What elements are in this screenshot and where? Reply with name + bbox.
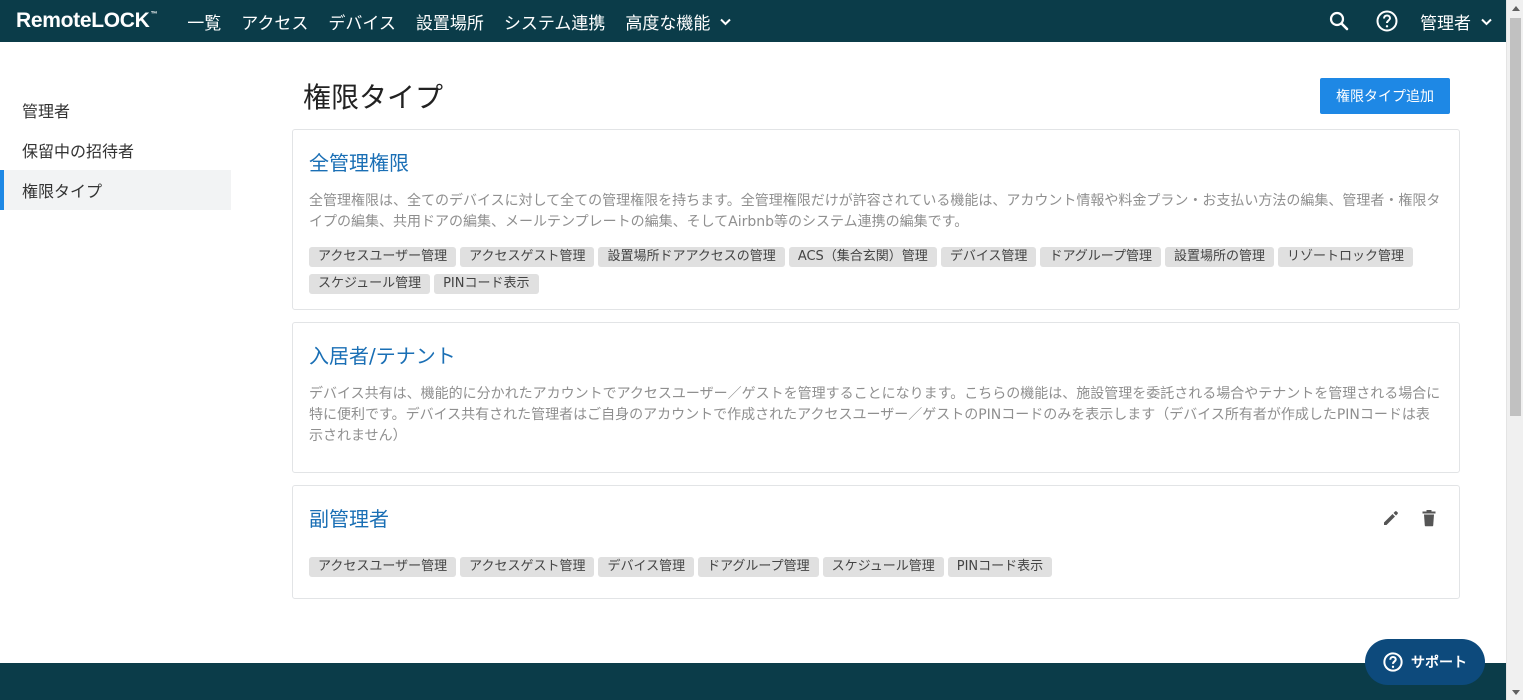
permission-type-card: 副管理者 アクセスユーザー管理 アクセスゲスト管理 デバイス管理 ドアグループ管…: [292, 485, 1460, 599]
logo-text-remote: Remote: [16, 9, 92, 32]
nav-item-devices[interactable]: デバイス: [328, 9, 396, 34]
permission-tags: アクセスユーザー管理 アクセスゲスト管理 デバイス管理 ドアグループ管理 スケジ…: [309, 557, 1443, 584]
help-circle-icon: [1383, 652, 1403, 672]
permission-type-title[interactable]: 副管理者: [309, 503, 1443, 532]
nav-item-overview[interactable]: 一覧: [187, 9, 221, 34]
settings-sidebar: 管理者 保留中の招待者 権限タイプ: [0, 90, 231, 210]
sidebar-item-pending-invitations[interactable]: 保留中の招待者: [0, 130, 231, 170]
permission-tag: デバイス管理: [598, 557, 695, 577]
permission-tag: アクセスゲスト管理: [460, 247, 595, 267]
scroll-down-arrow-icon[interactable]: [1507, 684, 1523, 700]
permission-tag: アクセスゲスト管理: [460, 557, 595, 577]
support-button[interactable]: サポート: [1365, 639, 1485, 685]
permission-tag: ACS（集合玄関）管理: [788, 247, 937, 267]
permission-tag: ドアグループ管理: [698, 557, 819, 577]
permission-tag: スケジュール管理: [309, 274, 431, 294]
top-navigation-bar: Remote LOCK ™ 一覧 アクセス デバイス 設置場所 システム連携 高…: [0, 0, 1506, 42]
pencil-icon[interactable]: [1381, 508, 1401, 528]
nav-item-integrations[interactable]: システム連携: [504, 9, 606, 34]
permission-tag: アクセスユーザー管理: [309, 247, 457, 267]
scrollbar-thumb[interactable]: [1510, 18, 1521, 416]
page-title: 権限タイプ: [303, 81, 444, 114]
trash-icon[interactable]: [1419, 508, 1439, 528]
permission-type-description: 全管理権限は、全てのデバイスに対して全ての管理権限を持ちます。全管理権限だけが許…: [309, 193, 1441, 230]
search-icon[interactable]: [1328, 10, 1350, 32]
permission-tag: PINコード表示: [947, 557, 1053, 577]
remotelock-logo[interactable]: Remote LOCK ™: [16, 9, 158, 33]
permission-type-card: 入居者/テナント デバイス共有は、機能的に分かれたアカウントでアクセスユーザー／…: [292, 322, 1460, 473]
permission-tag: スケジュール管理: [822, 557, 944, 577]
nav-item-advanced-features[interactable]: 高度な機能: [625, 9, 732, 34]
chevron-down-icon: [720, 11, 732, 31]
nav-item-access[interactable]: アクセス: [241, 9, 308, 34]
header-actions: 管理者: [1302, 9, 1492, 34]
user-menu[interactable]: 管理者: [1420, 9, 1492, 34]
permission-tag: PINコード表示: [434, 274, 539, 294]
permission-type-description: デバイス共有は、機能的に分かれたアカウントでアクセスユーザー／ゲストを管理するこ…: [309, 386, 1441, 444]
card-actions: [1363, 508, 1439, 528]
permission-type-title[interactable]: 全管理権限: [309, 147, 1443, 176]
logo-trademark: ™: [150, 11, 158, 18]
nav-item-locations[interactable]: 設置場所: [416, 9, 484, 34]
permission-tag: 設置場所の管理: [1165, 247, 1275, 267]
permission-tag: デバイス管理: [940, 247, 1037, 267]
permission-tags: アクセスユーザー管理 アクセスゲスト管理 設置場所ドアアクセスの管理 ACS（集…: [309, 247, 1443, 301]
support-label: サポート: [1411, 655, 1467, 671]
logo-text-lock: LOCK: [91, 9, 150, 32]
permission-type-card: 全管理権限 全管理権限は、全てのデバイスに対して全ての管理権限を持ちます。全管理…: [292, 129, 1460, 310]
chevron-down-icon: [1481, 11, 1492, 31]
sidebar-item-administrators[interactable]: 管理者: [0, 90, 231, 130]
permission-tag: ドアグループ管理: [1040, 247, 1162, 267]
permission-type-title[interactable]: 入居者/テナント: [309, 340, 1443, 369]
permission-tag: リゾートロック管理: [1278, 247, 1414, 267]
permission-tag: アクセスユーザー管理: [309, 557, 457, 577]
user-menu-label: 管理者: [1420, 13, 1471, 34]
help-circle-icon[interactable]: [1376, 10, 1398, 32]
vertical-scrollbar[interactable]: [1506, 0, 1523, 700]
add-permission-type-button[interactable]: 権限タイプ追加: [1320, 78, 1450, 114]
page-footer: [0, 663, 1506, 700]
scroll-up-arrow-icon[interactable]: [1507, 0, 1523, 16]
main-nav: 一覧 アクセス デバイス 設置場所 システム連携 高度な機能: [187, 9, 751, 34]
permission-tag: 設置場所ドアアクセスの管理: [598, 247, 785, 267]
sidebar-item-permission-types[interactable]: 権限タイプ: [0, 170, 231, 210]
